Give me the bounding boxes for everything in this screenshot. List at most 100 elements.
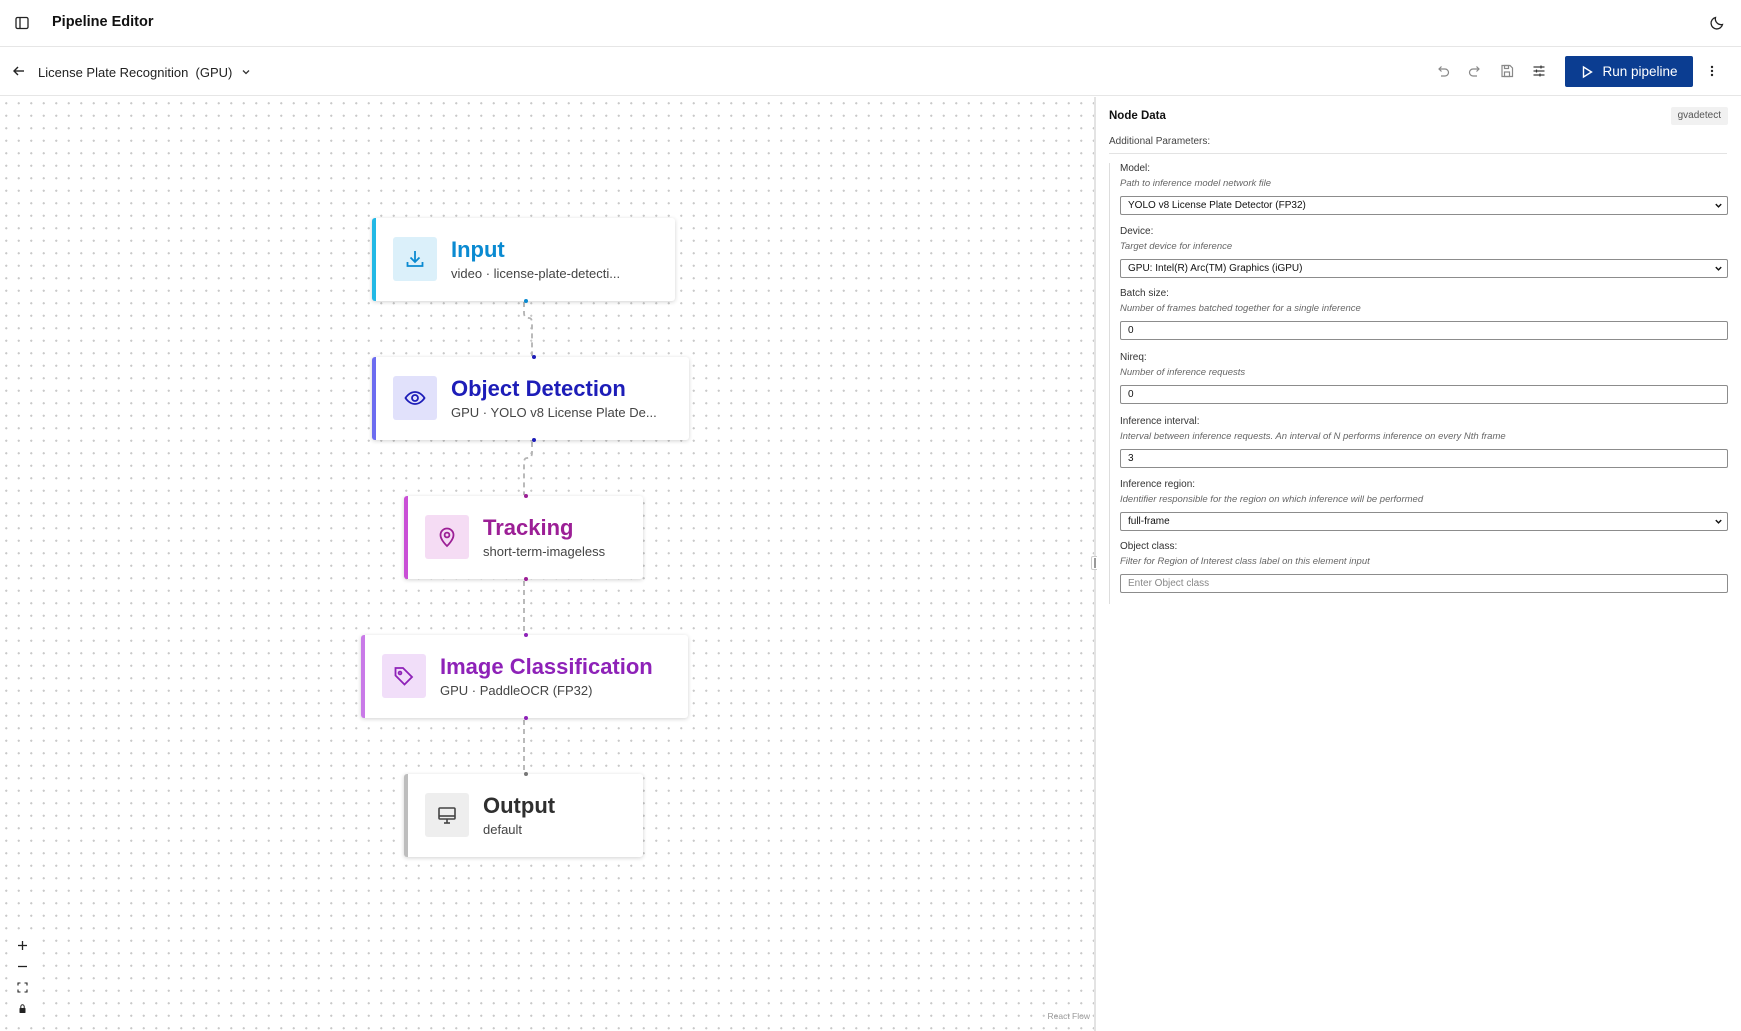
pipeline-toolbar: License Plate Recognition (GPU) Run pipe…	[0, 48, 1741, 96]
input-handle[interactable]	[532, 355, 536, 359]
model-select[interactable]: YOLO v8 License Plate Detector (FP32)	[1120, 196, 1728, 215]
back-arrow-icon[interactable]	[11, 63, 27, 79]
param-description: Path to inference model network file	[1120, 178, 1272, 189]
pipeline-selector[interactable]: License Plate Recognition (GPU)	[38, 62, 252, 82]
tag-icon	[394, 667, 414, 686]
param-inference-region: Inference region: Identifier responsible…	[1120, 478, 1728, 542]
output-handle[interactable]	[524, 299, 528, 303]
param-label: Batch size:	[1120, 288, 1169, 299]
nireq-input[interactable]: 0	[1120, 385, 1728, 404]
param-description: Number of frames batched together for a …	[1120, 303, 1361, 314]
node-icon-bg	[393, 376, 437, 420]
pipeline-canvas[interactable]: Input video · license-plate-detecti... O…	[0, 97, 1094, 1031]
minus-icon	[17, 965, 27, 968]
object-class-input[interactable]: Enter Object class	[1120, 574, 1728, 593]
param-label: Inference interval:	[1120, 416, 1200, 427]
settings-sliders-icon[interactable]	[1531, 63, 1547, 79]
divider	[1109, 153, 1727, 154]
node-icon-bg	[393, 237, 437, 281]
sidebar-toggle-icon[interactable]	[14, 15, 30, 31]
param-device: Device: Target device for inference GPU:…	[1120, 225, 1728, 289]
redo-icon[interactable]	[1467, 63, 1483, 79]
chevron-down-icon	[1715, 203, 1722, 208]
undo-icon[interactable]	[1435, 63, 1451, 79]
moon-icon[interactable]	[1709, 15, 1725, 31]
node-output[interactable]: Output default	[404, 772, 643, 857]
parameters-list: Model: Path to inference model network f…	[1109, 163, 1728, 604]
input-handle[interactable]	[524, 633, 528, 637]
param-description: Number of inference requests	[1120, 367, 1246, 378]
chevron-down-icon	[1715, 519, 1722, 524]
pipeline-name: License Plate Recognition (GPU)	[38, 64, 233, 80]
element-badge: gvadetect	[1670, 107, 1728, 125]
param-inference-interval: Inference interval: Interval between inf…	[1120, 416, 1728, 479]
output-handle[interactable]	[532, 438, 536, 442]
node-title: Output	[483, 793, 556, 818]
param-description: Interval between inference requests. An …	[1120, 431, 1506, 442]
device-select[interactable]: GPU: Intel(R) Arc(TM) Graphics (iGPU)	[1120, 258, 1728, 278]
section-label: Additional Parameters:	[1109, 136, 1211, 147]
zoom-out-button[interactable]	[11, 956, 33, 977]
output-handle[interactable]	[524, 716, 528, 720]
inference-interval-input[interactable]: 3	[1120, 449, 1728, 468]
output-handle[interactable]	[524, 577, 528, 581]
panel-title: Node Data	[1109, 110, 1166, 122]
select-value: full-frame	[1128, 515, 1170, 527]
location-pin-icon	[439, 527, 455, 548]
node-subtitle: default	[483, 822, 523, 837]
top-bar: Pipeline Editor	[0, 0, 1741, 47]
param-nireq: Nireq: Number of inference requests 0	[1120, 352, 1728, 416]
node-subtitle: GPU · PaddleOCR (FP32)	[440, 683, 593, 698]
run-pipeline-label: Run pipeline	[1602, 64, 1678, 79]
eye-icon	[404, 391, 426, 405]
node-subtitle: short-term-imageless	[483, 544, 606, 559]
param-label: Nireq:	[1120, 352, 1147, 363]
param-description: Filter for Region of Interest class labe…	[1120, 556, 1370, 567]
node-input[interactable]: Input video · license-plate-detecti...	[372, 218, 675, 303]
node-title: Object Detection	[451, 376, 626, 401]
monitor-icon	[438, 807, 456, 824]
plus-icon	[17, 941, 27, 950]
input-handle[interactable]	[524, 494, 528, 498]
save-icon[interactable]	[1499, 63, 1515, 79]
app-title: Pipeline Editor	[52, 14, 154, 30]
node-data-panel: Node Data gvadetect Additional Parameter…	[1097, 97, 1741, 1031]
lock-button[interactable]	[11, 998, 33, 1019]
node-subtitle: GPU · YOLO v8 License Plate De...	[451, 405, 657, 420]
node-icon-bg	[425, 515, 469, 559]
select-value: GPU: Intel(R) Arc(TM) Graphics (iGPU)	[1128, 262, 1303, 274]
react-flow-attribution[interactable]: React Flow	[1047, 1011, 1090, 1021]
play-icon	[1583, 65, 1594, 78]
param-description: Identifier responsible for the region on…	[1120, 493, 1424, 505]
node-title: Image Classification	[440, 654, 653, 679]
param-label: Inference region:	[1120, 478, 1196, 490]
fit-view-button[interactable]	[11, 977, 33, 998]
node-image-classification[interactable]: Image Classification GPU · PaddleOCR (FP…	[361, 633, 688, 720]
node-subtitle: video · license-plate-detecti...	[451, 266, 621, 281]
more-options-icon[interactable]	[1704, 63, 1720, 79]
node-icon-bg	[382, 654, 426, 698]
fit-view-icon	[16, 982, 28, 993]
chevron-down-icon	[1715, 266, 1722, 271]
param-label: Device:	[1120, 225, 1154, 237]
inference-region-select[interactable]: full-frame	[1120, 511, 1728, 531]
batch-size-input[interactable]: 0	[1120, 321, 1728, 340]
param-object-class: Object class: Filter for Region of Inter…	[1120, 541, 1728, 604]
chevron-down-icon	[242, 70, 250, 75]
param-label: Model:	[1120, 163, 1151, 174]
node-title: Tracking	[483, 515, 574, 540]
input-handle[interactable]	[524, 772, 528, 776]
select-value: YOLO v8 License Plate Detector (FP32)	[1128, 200, 1306, 211]
node-tracking[interactable]: Tracking short-term-imageless	[404, 494, 643, 581]
run-pipeline-button[interactable]: Run pipeline	[1565, 56, 1693, 87]
param-model: Model: Path to inference model network f…	[1120, 163, 1728, 226]
param-description: Target device for inference	[1120, 240, 1233, 252]
node-icon-bg	[425, 793, 469, 837]
param-batch-size: Batch size: Number of frames batched tog…	[1120, 288, 1728, 352]
download-icon	[406, 251, 424, 267]
node-object-detection[interactable]: Object Detection GPU · YOLO v8 License P…	[372, 355, 689, 442]
node-title: Input	[451, 237, 505, 262]
param-label: Object class:	[1120, 541, 1178, 552]
zoom-in-button[interactable]	[11, 935, 33, 956]
lock-icon	[19, 1004, 25, 1013]
